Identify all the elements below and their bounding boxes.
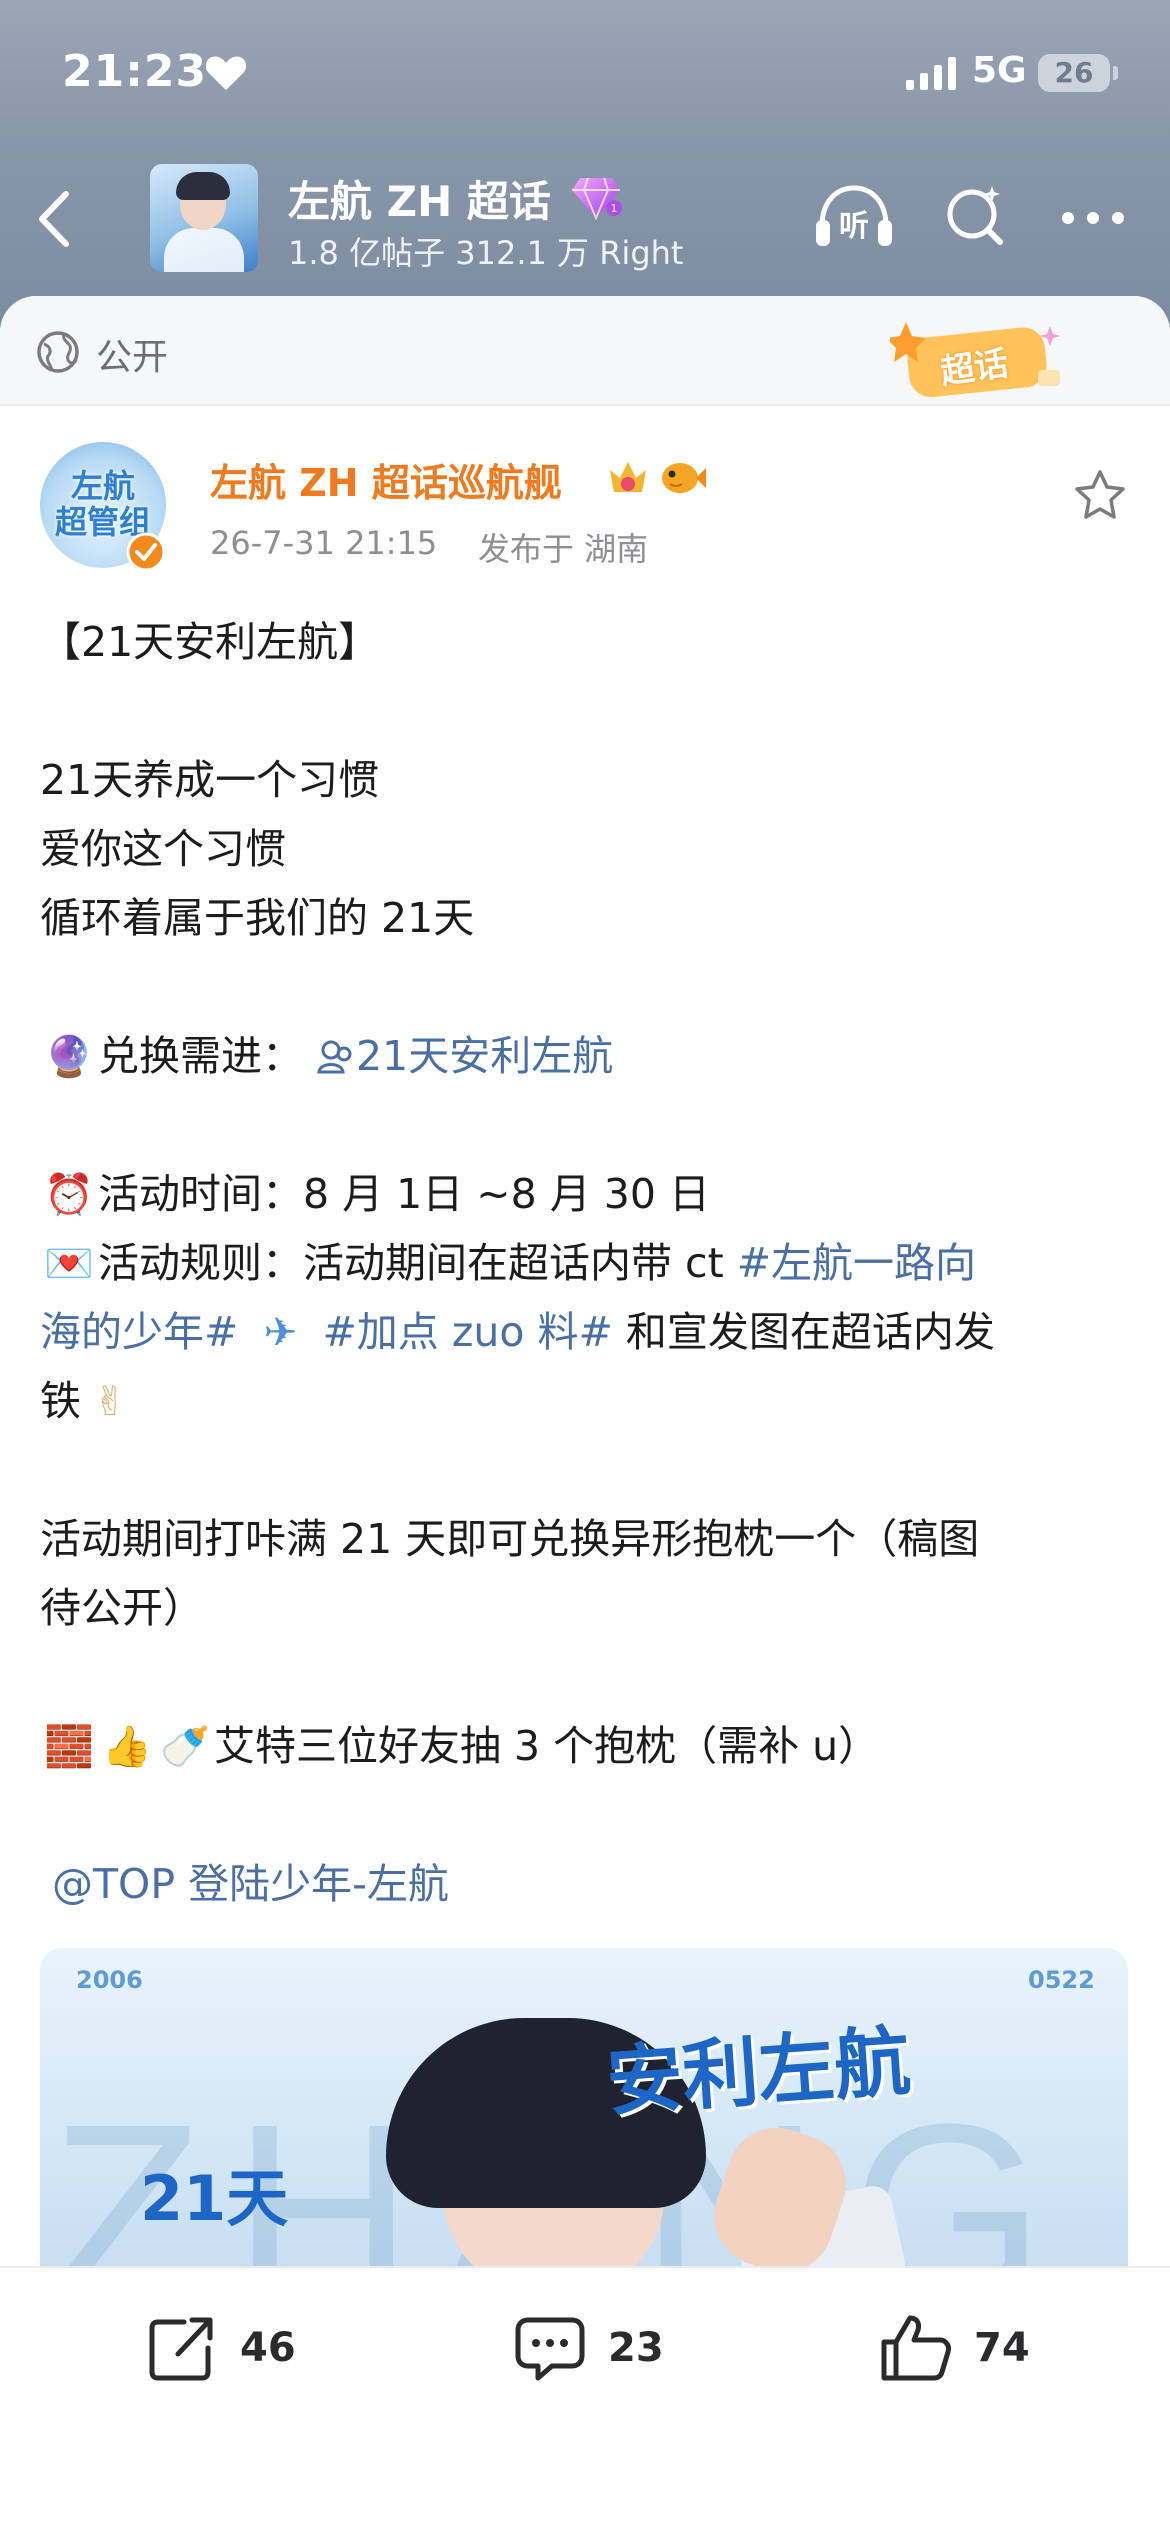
- visibility-bar: 公开 超话: [0, 296, 1170, 406]
- crystal-ball-icon: 🔮: [44, 1034, 94, 1080]
- mention-link[interactable]: @TOP 登陆少年-左航: [52, 1860, 449, 1908]
- svg-text:1: 1: [611, 202, 618, 215]
- battery-tip: [1113, 66, 1118, 80]
- post-card: 公开 超话 左航 超管组 左航 ZH 超话巡航舰 26-7-31 21:15 发…: [0, 296, 1170, 2266]
- exchange-prefix: 兑换需进：: [98, 1032, 303, 1080]
- post-line-3: 循环着属于我们的 21天: [40, 894, 475, 942]
- post-image[interactable]: ZHANG 2006 0522 21天 安利左航: [40, 1948, 1128, 2266]
- repost-button[interactable]: 46: [144, 2308, 296, 2388]
- post-line-1: 21天养成一个习惯: [40, 756, 380, 804]
- author-name[interactable]: 左航 ZH 超话巡航舰: [210, 452, 562, 507]
- action-bar: 46 23 74: [0, 2266, 1170, 2532]
- favorite-star-icon[interactable]: [1072, 468, 1128, 522]
- repost-count: 46: [240, 2325, 296, 2371]
- heart-icon: [205, 56, 247, 91]
- fish-icon: [662, 463, 706, 493]
- search-icon[interactable]: [942, 180, 1008, 250]
- post-body: 【21天安利左航】 21天养成一个习惯 爱你这个习惯 循环着属于我们的 21天 …: [40, 608, 1140, 1919]
- post-line-2: 爱你这个习惯: [40, 825, 286, 873]
- airplane-icon: ✈: [263, 1310, 298, 1356]
- signal-icon: [906, 57, 956, 90]
- lottery-text: 艾特三位好友抽 3 个抱枕（需补 u）: [214, 1722, 880, 1770]
- battery-indicator: 26: [1038, 54, 1110, 92]
- banner-date: 0522: [1028, 1966, 1095, 1994]
- rule-suffix-b: 铁: [40, 1377, 81, 1425]
- visibility-label: 公开: [96, 337, 169, 378]
- topic-header: 21:23 5G 26 左航 ZH 超话 1 1.8 亿帖子 312.1 万 R…: [0, 0, 1170, 330]
- alarm-clock-icon: ⏰: [44, 1172, 94, 1218]
- mention-line: @TOP 登陆少年-左航: [40, 1850, 1140, 1919]
- rule-tag-1b[interactable]: 海的少年#: [40, 1308, 238, 1356]
- comment-button[interactable]: 23: [512, 2308, 664, 2388]
- reward-line-2: 待公开）: [40, 1584, 204, 1632]
- status-time: 21:23: [62, 46, 208, 97]
- brick-icon: 🧱: [44, 1724, 94, 1770]
- sticker-label: 超话: [938, 343, 1011, 393]
- time-prefix: 活动时间：: [98, 1170, 303, 1218]
- post-title: 【21天安利左航】: [40, 618, 380, 666]
- post-location: 发布于 湖南: [478, 530, 649, 568]
- reward-line-1: 活动期间打咔满 21 天即可兑换异形抱枕一个（稿图: [40, 1515, 980, 1563]
- banner-headline: 安利左航: [603, 2016, 914, 2127]
- victory-hand-icon: ✌: [93, 1379, 127, 1425]
- comment-icon: [515, 2317, 585, 2381]
- listen-label: 听: [839, 209, 869, 244]
- rule-tag-2[interactable]: #加点 zuo 料#: [322, 1308, 612, 1356]
- love-letter-icon: 💌: [44, 1241, 94, 1287]
- like-count: 74: [974, 2325, 1030, 2371]
- topic-title[interactable]: 左航 ZH 超话: [288, 168, 551, 229]
- topic-stats: 1.8 亿帖子 312.1 万 Right: [288, 234, 684, 272]
- supertopic-link-icon: [317, 1040, 352, 1074]
- time-value: 8 月 1日 ~8 月 30 日: [303, 1170, 710, 1218]
- thumbs-up-icon: 👍: [102, 1724, 152, 1770]
- topic-avatar[interactable]: [150, 164, 258, 272]
- back-icon[interactable]: [30, 184, 80, 254]
- verified-icon: [126, 532, 166, 572]
- author-avatar-text: 左航 超管组: [54, 467, 151, 541]
- network-type: 5G: [972, 50, 1027, 91]
- rule-prefix: 活动规则：活动期间在超话内带 ct: [98, 1239, 737, 1287]
- listen-icon[interactable]: 听: [812, 180, 896, 252]
- more-icon[interactable]: [1058, 208, 1128, 228]
- banner-year: 2006: [76, 1966, 143, 1994]
- exchange-link[interactable]: 21天安利左航: [356, 1032, 613, 1080]
- banner-days: 21天: [140, 2162, 289, 2235]
- rule-line-1: 💌活动规则：活动期间在超话内带 ct #左航一路向: [40, 1229, 1140, 1298]
- like-button[interactable]: 74: [878, 2308, 1030, 2388]
- time-line: ⏰活动时间：8 月 1日 ~8 月 30 日: [40, 1160, 1140, 1229]
- exchange-line: 🔮兑换需进： 21天安利左航: [40, 1022, 1140, 1091]
- rule-tag-1a[interactable]: #左航一路向: [737, 1239, 976, 1287]
- lottery-line: 🧱 👍 🍼艾特三位好友抽 3 个抱枕（需补 u）: [40, 1712, 1140, 1781]
- post-time: 26-7-31 21:15: [210, 524, 438, 562]
- rule-line-3: 铁 ✌: [40, 1367, 1140, 1436]
- comment-count: 23: [608, 2325, 664, 2371]
- crown-icon: [610, 462, 646, 492]
- repost-icon: [149, 2317, 213, 2381]
- status-bar: 21:23 5G 26: [0, 0, 1170, 150]
- gem-icon: 1: [572, 177, 622, 220]
- rule-line-2: 海的少年# ✈ #加点 zuo 料# 和宣发图在超话内发: [40, 1298, 1140, 1367]
- rule-suffix-a: 和宣发图在超话内发: [612, 1308, 995, 1356]
- globe-icon: [37, 331, 79, 373]
- like-icon: [881, 2315, 951, 2381]
- baby-bottle-icon: 🍼: [160, 1724, 210, 1770]
